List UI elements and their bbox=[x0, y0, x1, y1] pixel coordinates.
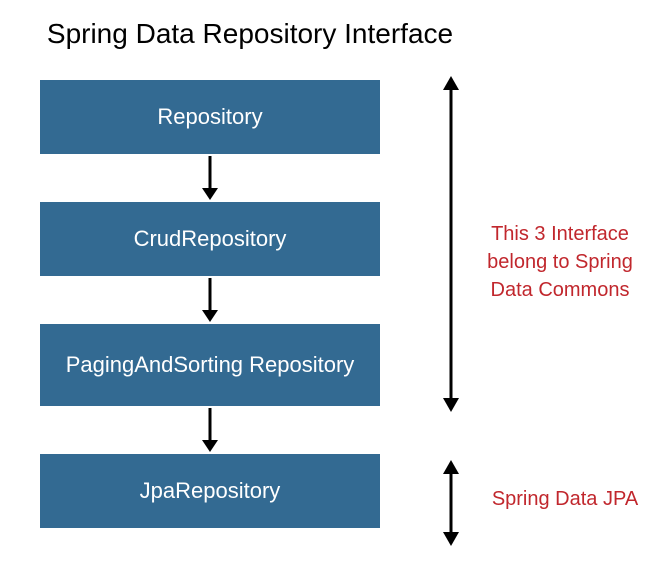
arrow-down-1 bbox=[40, 154, 380, 202]
arrow-down-icon bbox=[198, 276, 222, 324]
arrow-down-3 bbox=[40, 406, 380, 454]
arrow-down-icon bbox=[198, 406, 222, 454]
arrow-down-icon bbox=[198, 154, 222, 202]
double-arrow-icon bbox=[438, 460, 464, 546]
box-paging-sorting-label: PagingAndSorting Repository bbox=[46, 352, 375, 378]
bracket-arrow-jpa bbox=[438, 460, 464, 551]
arrow-down-2 bbox=[40, 276, 380, 324]
box-paging-sorting-repository: PagingAndSorting Repository bbox=[40, 324, 380, 406]
annotation-jpa: Spring Data JPA bbox=[480, 485, 650, 513]
annotation-commons: This 3 Interface belong to Spring Data C… bbox=[470, 220, 650, 304]
diagram-title: Spring Data Repository Interface bbox=[40, 0, 460, 60]
box-repository: Repository bbox=[40, 80, 380, 154]
diagram-container: Repository CrudRepository PagingAndSorti… bbox=[40, 80, 650, 528]
bracket-arrow-commons bbox=[438, 76, 464, 417]
box-jpa-repository: JpaRepository bbox=[40, 454, 380, 528]
double-arrow-icon bbox=[438, 76, 464, 412]
box-crud-repository: CrudRepository bbox=[40, 202, 380, 276]
